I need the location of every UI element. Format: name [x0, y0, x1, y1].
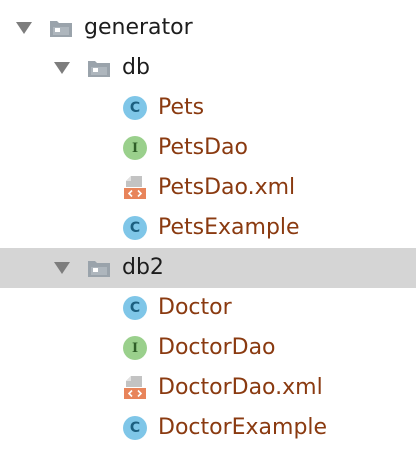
tree-row-doctordao[interactable]: I DoctorDao — [0, 328, 416, 368]
tree-row-label: Pets — [158, 95, 205, 120]
folder-icon — [86, 255, 112, 281]
project-tree: generator db C Pets I PetsDao PetsDao.xm… — [0, 0, 416, 456]
class-icon: C — [122, 295, 148, 321]
xml-file-icon — [122, 175, 148, 201]
tree-row-db2[interactable]: db2 — [0, 248, 416, 288]
expand-arrow-icon[interactable] — [52, 258, 72, 278]
tree-row-label: Doctor — [158, 295, 232, 320]
tree-row-petsdao-xml[interactable]: PetsDao.xml — [0, 168, 416, 208]
tree-row-label: DoctorDao.xml — [158, 375, 323, 400]
expand-arrow-icon[interactable] — [14, 18, 34, 38]
class-icon: C — [122, 95, 148, 121]
tree-row-generator[interactable]: generator — [0, 8, 416, 48]
interface-icon: I — [122, 135, 148, 161]
class-glyph: C — [123, 216, 147, 240]
tree-row-petsdao[interactable]: I PetsDao — [0, 128, 416, 168]
interface-glyph: I — [123, 136, 147, 160]
tree-row-petsexample[interactable]: C PetsExample — [0, 208, 416, 248]
expand-arrow-icon[interactable] — [52, 58, 72, 78]
interface-glyph: I — [123, 336, 147, 360]
interface-icon: I — [122, 335, 148, 361]
tree-row-doctor[interactable]: C Doctor — [0, 288, 416, 328]
tree-row-doctorexample[interactable]: C DoctorExample — [0, 408, 416, 448]
class-icon: C — [122, 215, 148, 241]
tree-row-label: generator — [84, 15, 193, 40]
class-glyph: C — [123, 96, 147, 120]
xml-file-icon — [122, 375, 148, 401]
tree-row-label: DoctorDao — [158, 335, 276, 360]
tree-row-pets[interactable]: C Pets — [0, 88, 416, 128]
class-glyph: C — [123, 296, 147, 320]
tree-row-label: db2 — [122, 255, 164, 280]
tree-row-db[interactable]: db — [0, 48, 416, 88]
tree-row-label: PetsDao — [158, 135, 248, 160]
tree-row-label: PetsDao.xml — [158, 175, 296, 200]
class-glyph: C — [123, 416, 147, 440]
folder-icon — [86, 55, 112, 81]
tree-row-doctordao-xml[interactable]: DoctorDao.xml — [0, 368, 416, 408]
class-icon: C — [122, 415, 148, 441]
folder-icon — [48, 15, 74, 41]
tree-row-label: PetsExample — [158, 215, 300, 240]
tree-row-label: db — [122, 55, 150, 80]
tree-row-label: DoctorExample — [158, 415, 328, 440]
